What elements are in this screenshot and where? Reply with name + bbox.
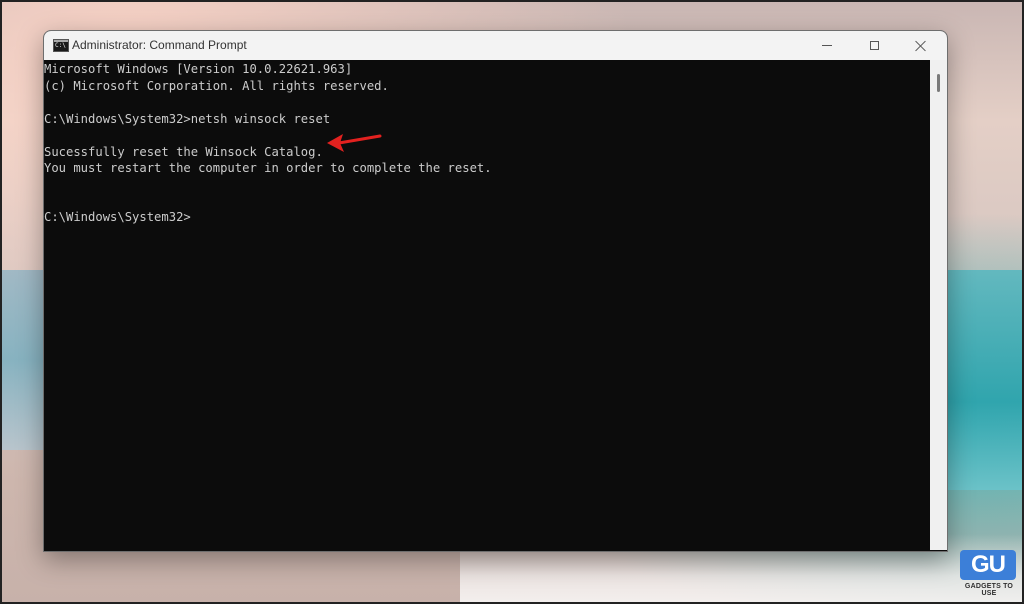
terminal-line-version: Microsoft Windows [Version 10.0.22621.96… xyxy=(44,62,353,76)
vertical-scrollbar[interactable] xyxy=(930,60,947,550)
close-button[interactable] xyxy=(898,31,944,60)
minimize-icon xyxy=(822,45,832,46)
watermark-logo: GU xyxy=(960,550,1016,580)
site-watermark: GU GADGETS TO USE xyxy=(960,550,1018,598)
maximize-icon xyxy=(869,41,879,50)
watermark-brand: GADGETS TO USE xyxy=(964,583,1014,597)
minimize-button[interactable] xyxy=(804,31,850,60)
maximize-button[interactable] xyxy=(851,31,897,60)
terminal-line-prompt: C:\Windows\System32> xyxy=(44,210,191,224)
terminal-line-restart-note: You must restart the computer in order t… xyxy=(44,161,492,175)
terminal-line-copyright: (c) Microsoft Corporation. All rights re… xyxy=(44,79,389,93)
window-title: Administrator: Command Prompt xyxy=(72,38,247,52)
red-arrow-icon xyxy=(327,134,382,152)
command-prompt-window[interactable]: Administrator: Command Prompt Microsoft … xyxy=(43,30,948,552)
terminal-line-command: C:\Windows\System32>netsh winsock reset xyxy=(44,112,331,126)
scrollbar-thumb[interactable] xyxy=(937,74,940,92)
close-icon xyxy=(915,40,927,52)
window-titlebar[interactable]: Administrator: Command Prompt xyxy=(44,31,947,60)
terminal-line-success: Sucessfully reset the Winsock Catalog. xyxy=(44,145,323,159)
terminal-output[interactable]: Microsoft Windows [Version 10.0.22621.96… xyxy=(44,60,929,550)
command-prompt-icon xyxy=(53,39,69,52)
